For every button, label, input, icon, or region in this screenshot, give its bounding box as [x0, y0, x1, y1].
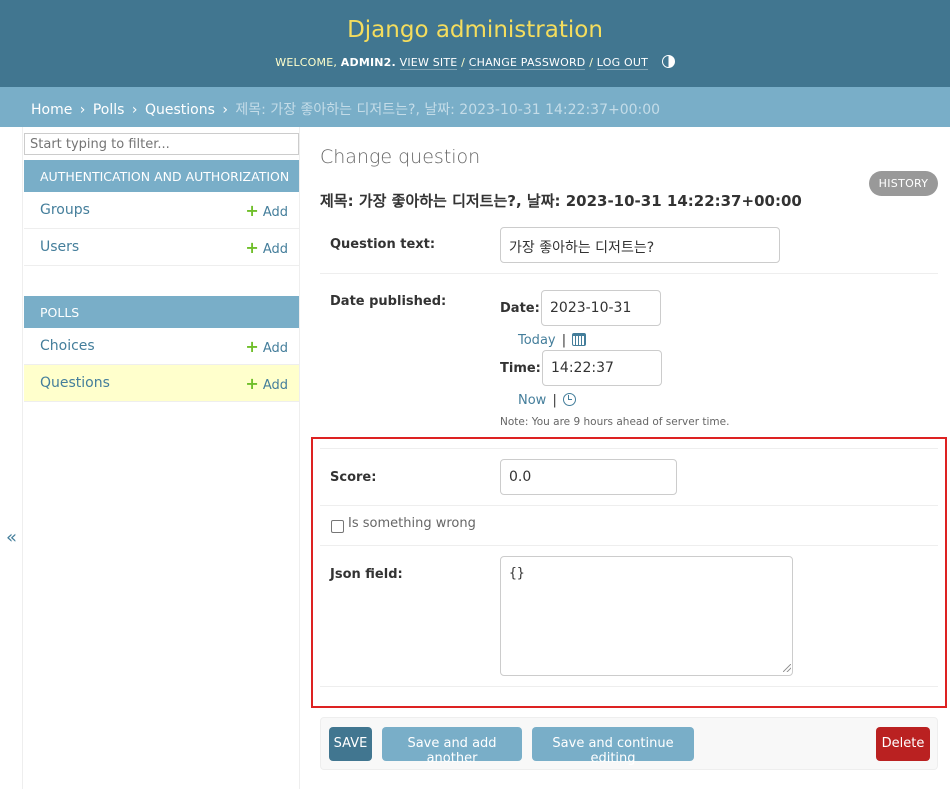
log-out-link[interactable]: LOG OUT [596, 56, 649, 70]
sidebar-item-label[interactable]: Choices [40, 338, 95, 354]
separator: / [461, 56, 466, 69]
clock-icon[interactable] [562, 393, 576, 406]
change-password-link[interactable]: CHANGE PASSWORD [468, 56, 586, 70]
sidebar-item-questions[interactable]: Questions + Add [24, 365, 299, 402]
time-shortcuts: Now | [518, 393, 576, 408]
date-input[interactable]: 2023-10-31 [541, 290, 661, 326]
add-icon: + [245, 337, 259, 356]
add-label[interactable]: Add [263, 205, 288, 220]
sidebar-item-label[interactable]: Users [40, 239, 79, 255]
breadcrumb-separator: › [131, 102, 138, 118]
divider [320, 273, 938, 274]
separator: | [561, 333, 567, 348]
sidebar-item-groups[interactable]: Groups + Add [24, 192, 299, 229]
add-users-link[interactable]: + Add [245, 238, 288, 257]
page-title: Change question [320, 146, 481, 168]
highlight-annotation [311, 437, 947, 708]
sidebar-item-label[interactable]: Questions [40, 375, 110, 391]
separator: / [589, 56, 594, 69]
user-tools: WELCOME, ADMIN2. VIEW SITE / CHANGE PASS… [0, 55, 950, 70]
add-groups-link[interactable]: + Add [245, 201, 288, 220]
date-shortcuts: Today | [518, 333, 587, 348]
add-questions-link[interactable]: + Add [245, 374, 288, 393]
view-site-link[interactable]: VIEW SITE [399, 56, 458, 70]
nav-filter-input[interactable] [24, 133, 299, 155]
nav-sidebar-toggle[interactable]: « [0, 127, 23, 789]
separator: | [552, 393, 557, 408]
save-button[interactable]: SAVE [329, 727, 372, 761]
breadcrumb-current: 제목: 가장 좋아하는 디저트는?, 날짜: 2023-10-31 14:22:… [235, 102, 661, 118]
object-title: 제목: 가장 좋아하는 디저트는?, 날짜: 2023-10-31 14:22:… [320, 192, 802, 210]
date-published-label: Date published: [330, 294, 447, 309]
calendar-icon[interactable] [572, 333, 587, 346]
breadcrumb-separator: › [79, 102, 86, 118]
add-icon: + [245, 201, 259, 220]
delete-button[interactable]: Delete [876, 727, 930, 761]
breadcrumb-separator: › [222, 102, 228, 118]
sidebar-item-users[interactable]: Users + Add [24, 229, 299, 266]
question-text-input[interactable]: 가장 좋아하는 디저트는? [500, 227, 780, 263]
welcome-text: WELCOME, [275, 56, 338, 69]
add-label[interactable]: Add [263, 341, 288, 356]
timezone-note: Note: You are 9 hours ahead of server ti… [500, 416, 730, 428]
breadcrumb-questions[interactable]: Questions [145, 102, 215, 118]
module-caption-polls[interactable]: POLLS [24, 296, 299, 328]
add-icon: + [245, 374, 259, 393]
site-header: Django administration WELCOME, ADMIN2. V… [0, 0, 950, 87]
breadcrumb: Home › Polls › Questions › 제목: 가장 좋아하는 디… [0, 87, 950, 127]
collapse-sidebar-icon[interactable]: « [6, 527, 17, 548]
time-input[interactable]: 14:22:37 [542, 350, 662, 386]
nav-sidebar: AUTHENTICATION AND AUTHORIZATION Groups … [23, 127, 300, 789]
username: ADMIN2. [340, 56, 396, 69]
sidebar-item-choices[interactable]: Choices + Add [24, 328, 299, 365]
site-name[interactable]: Django administration [0, 17, 950, 43]
question-text-label: Question text: [330, 237, 436, 252]
module-caption-auth[interactable]: AUTHENTICATION AND AUTHORIZATION [24, 160, 299, 192]
now-link[interactable]: Now [518, 393, 546, 408]
save-and-continue-button[interactable]: Save and continue editing [532, 727, 694, 766]
date-label: Date: [500, 301, 540, 316]
time-label: Time: [500, 361, 541, 376]
history-button[interactable]: HISTORY [869, 171, 938, 196]
add-label[interactable]: Add [263, 242, 288, 257]
theme-toggle-icon[interactable] [661, 55, 675, 68]
today-link[interactable]: Today [518, 333, 556, 348]
save-and-add-another-button[interactable]: Save and add another [382, 727, 522, 766]
breadcrumb-home[interactable]: Home [31, 102, 72, 118]
add-icon: + [245, 238, 259, 257]
add-label[interactable]: Add [263, 378, 288, 393]
breadcrumb-polls[interactable]: Polls [93, 102, 125, 118]
add-choices-link[interactable]: + Add [245, 337, 288, 356]
sidebar-item-label[interactable]: Groups [40, 202, 90, 218]
